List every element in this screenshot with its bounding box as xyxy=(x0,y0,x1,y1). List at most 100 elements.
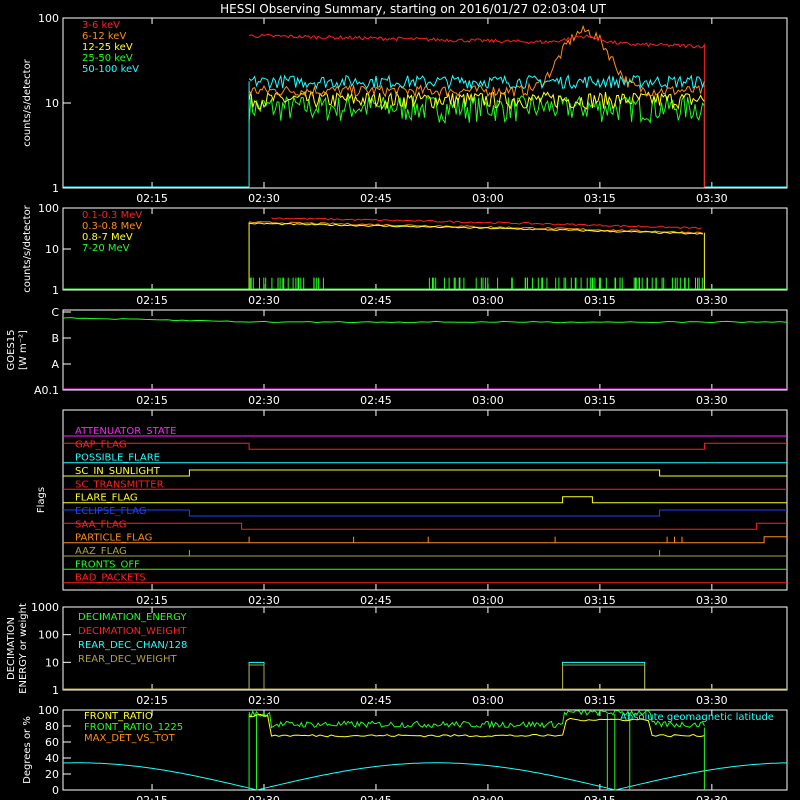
time-tick-label: 03:15 xyxy=(584,394,616,407)
time-tick-label: 02:30 xyxy=(248,794,280,800)
time-tick-label: 02:15 xyxy=(136,794,168,800)
time-tick-label: 02:15 xyxy=(136,192,168,205)
time-tick-label: 02:30 xyxy=(248,294,280,307)
time-tick-label: 03:00 xyxy=(472,594,504,607)
time-tick-label: 02:15 xyxy=(136,394,168,407)
y-tick-label: 1000 xyxy=(31,601,59,614)
panel-ratio: 02:15 02:30 02:45 03:00 03:15 03:30 0 20 40 60 80 1… xyxy=(22,704,788,800)
series-goes-high xyxy=(62,317,788,324)
flag-label: SC_TRANSMITTER xyxy=(75,479,164,490)
series-rear-dec-weight-step xyxy=(248,664,265,689)
series-0-8-7-mev xyxy=(249,222,703,235)
legend-entry: 12-25 keV xyxy=(82,42,133,53)
flag-label: ATTENUATOR_STATE xyxy=(75,426,176,437)
flag-line xyxy=(63,469,787,477)
y-tick-label: 0 xyxy=(52,784,59,797)
series-12-25-kev xyxy=(248,91,705,111)
time-tick-label: 02:45 xyxy=(360,794,392,800)
flag-line xyxy=(63,509,787,517)
time-tick-label: 02:30 xyxy=(248,394,280,407)
time-tick-label: 02:30 xyxy=(248,192,280,205)
panel-highenergy: 02:15 02:30 02:45 03:00 03:15 03:30 1 10 100 coun… xyxy=(22,202,788,307)
time-tick-label: 02:30 xyxy=(248,694,280,707)
panel-frame xyxy=(62,207,788,291)
time-tick-label: 02:45 xyxy=(360,394,392,407)
y-tick-label: 1 xyxy=(52,182,59,195)
flag-label: SAA_FLAG xyxy=(75,519,126,530)
time-tick-label: 03:15 xyxy=(584,192,616,205)
y-tick-label: 10 xyxy=(45,243,59,256)
y-tick-label: A xyxy=(51,358,59,371)
flag-label: GAP_FLAG xyxy=(75,439,127,450)
series-rear-dec-weight-step xyxy=(562,664,646,689)
legend-entry: 25-50 keV xyxy=(82,53,133,64)
flag-label: ECLIPSE_FLAG xyxy=(75,506,146,517)
legend-entry: 3-6 keV xyxy=(82,20,120,31)
time-tick-label: 03:15 xyxy=(584,294,616,307)
panel-lowenergy: 02:15 02:30 02:45 03:00 03:15 03:30 1 10 100 coun… xyxy=(22,12,788,205)
time-tick-label: 03:00 xyxy=(472,294,504,307)
series-25-50-kev xyxy=(248,94,705,125)
y-axis-label: counts/s/detector xyxy=(22,58,33,146)
time-tick-label: 03:00 xyxy=(472,192,504,205)
time-tick-label: 03:30 xyxy=(696,192,728,205)
panel-frame xyxy=(62,409,788,591)
time-tick-label: 02:15 xyxy=(136,694,168,707)
y-axis-label: Degrees or % xyxy=(22,716,33,784)
series-geomagnetic-latitude xyxy=(62,762,787,791)
flag-label: FLARE_FLAG xyxy=(75,493,138,504)
chart-title: HESSI Observing Summary, starting on 201… xyxy=(220,2,606,16)
time-tick-label: 03:30 xyxy=(696,794,728,800)
y-tick-label: 100 xyxy=(38,704,59,717)
legend-entry: 0.3-0.8 MeV xyxy=(82,221,142,232)
legend-entry: 6-12 keV xyxy=(82,31,126,42)
series-50-100-kev xyxy=(248,74,705,91)
y-axis-label-2: ENERGY or weight xyxy=(18,603,29,694)
flag-label: FRONTS_OFF xyxy=(75,559,140,570)
legend-entry: 7-20 MeV xyxy=(82,243,130,254)
time-tick-label: 02:45 xyxy=(360,594,392,607)
time-tick-label: 03:15 xyxy=(584,594,616,607)
y-axis-label: Flags xyxy=(36,487,47,513)
y-tick-label: 100 xyxy=(38,629,59,642)
panel-goes: 02:15 02:30 02:45 03:00 03:15 03:30 A0.1 ABC GOE… xyxy=(6,306,788,407)
panel-decimation: 02:15 02:30 02:45 03:00 03:15 03:30 1 10 100 1000… xyxy=(6,601,788,707)
legend-entry: MAX_DET_VS_TOT xyxy=(84,733,176,744)
flag-line xyxy=(63,536,787,544)
plot-root: 02:15 02:30 02:45 03:00 03:15 03:30110100coun… xyxy=(6,12,788,800)
series-3-6-kev xyxy=(248,33,705,49)
y-axis-label-units: [W m⁻²] xyxy=(18,330,29,370)
flag-label: SC_IN_SUNLIGHT xyxy=(75,466,161,477)
flag-line xyxy=(63,496,787,504)
y-tick-label: 1 xyxy=(52,284,59,297)
y-tick-label: 10 xyxy=(45,656,59,669)
time-tick-label: 02:15 xyxy=(136,294,168,307)
y-tick-label: 40 xyxy=(45,752,59,765)
flag-line xyxy=(63,442,787,450)
time-tick-label: 02:30 xyxy=(248,594,280,607)
legend-entry: 0.8-7 MeV xyxy=(82,232,133,243)
y-axis-label: GOES15 xyxy=(6,329,17,370)
time-tick-label: 03:30 xyxy=(696,394,728,407)
time-tick-label: 03:00 xyxy=(472,794,504,800)
y-tick-label: 1 xyxy=(52,684,59,697)
legend-entry: REAR_DEC_WEIGHT xyxy=(78,654,177,665)
legend-entry: REAR_DEC_CHAN/128 xyxy=(78,640,187,651)
legend-entry: FRONT_RATIO xyxy=(84,711,153,722)
time-tick-label: 02:45 xyxy=(360,294,392,307)
y-axis-label: DECIMATION xyxy=(6,617,17,680)
y-tick-label: 20 xyxy=(45,768,59,781)
y-tick-label: C xyxy=(51,306,59,319)
y-tick-label: B xyxy=(51,332,59,345)
series-rear-dec-chan xyxy=(562,661,646,689)
y-tick-label: 60 xyxy=(45,736,59,749)
y-tick-label: 80 xyxy=(45,720,59,733)
y-axis-label: counts/s/detector xyxy=(22,204,33,292)
flag-label: PARTICLE_FLAG xyxy=(75,533,152,544)
time-tick-label: 03:00 xyxy=(472,694,504,707)
hessi-summary-chart: HESSI Observing Summary, starting on 201… xyxy=(6,2,788,800)
flag-label: POSSIBLE_FLARE xyxy=(75,453,160,464)
legend-entry: FRONT_RATIO_1225 xyxy=(84,722,183,733)
y-tick-label: 100 xyxy=(38,12,59,25)
time-tick-label: 03:15 xyxy=(584,794,616,800)
